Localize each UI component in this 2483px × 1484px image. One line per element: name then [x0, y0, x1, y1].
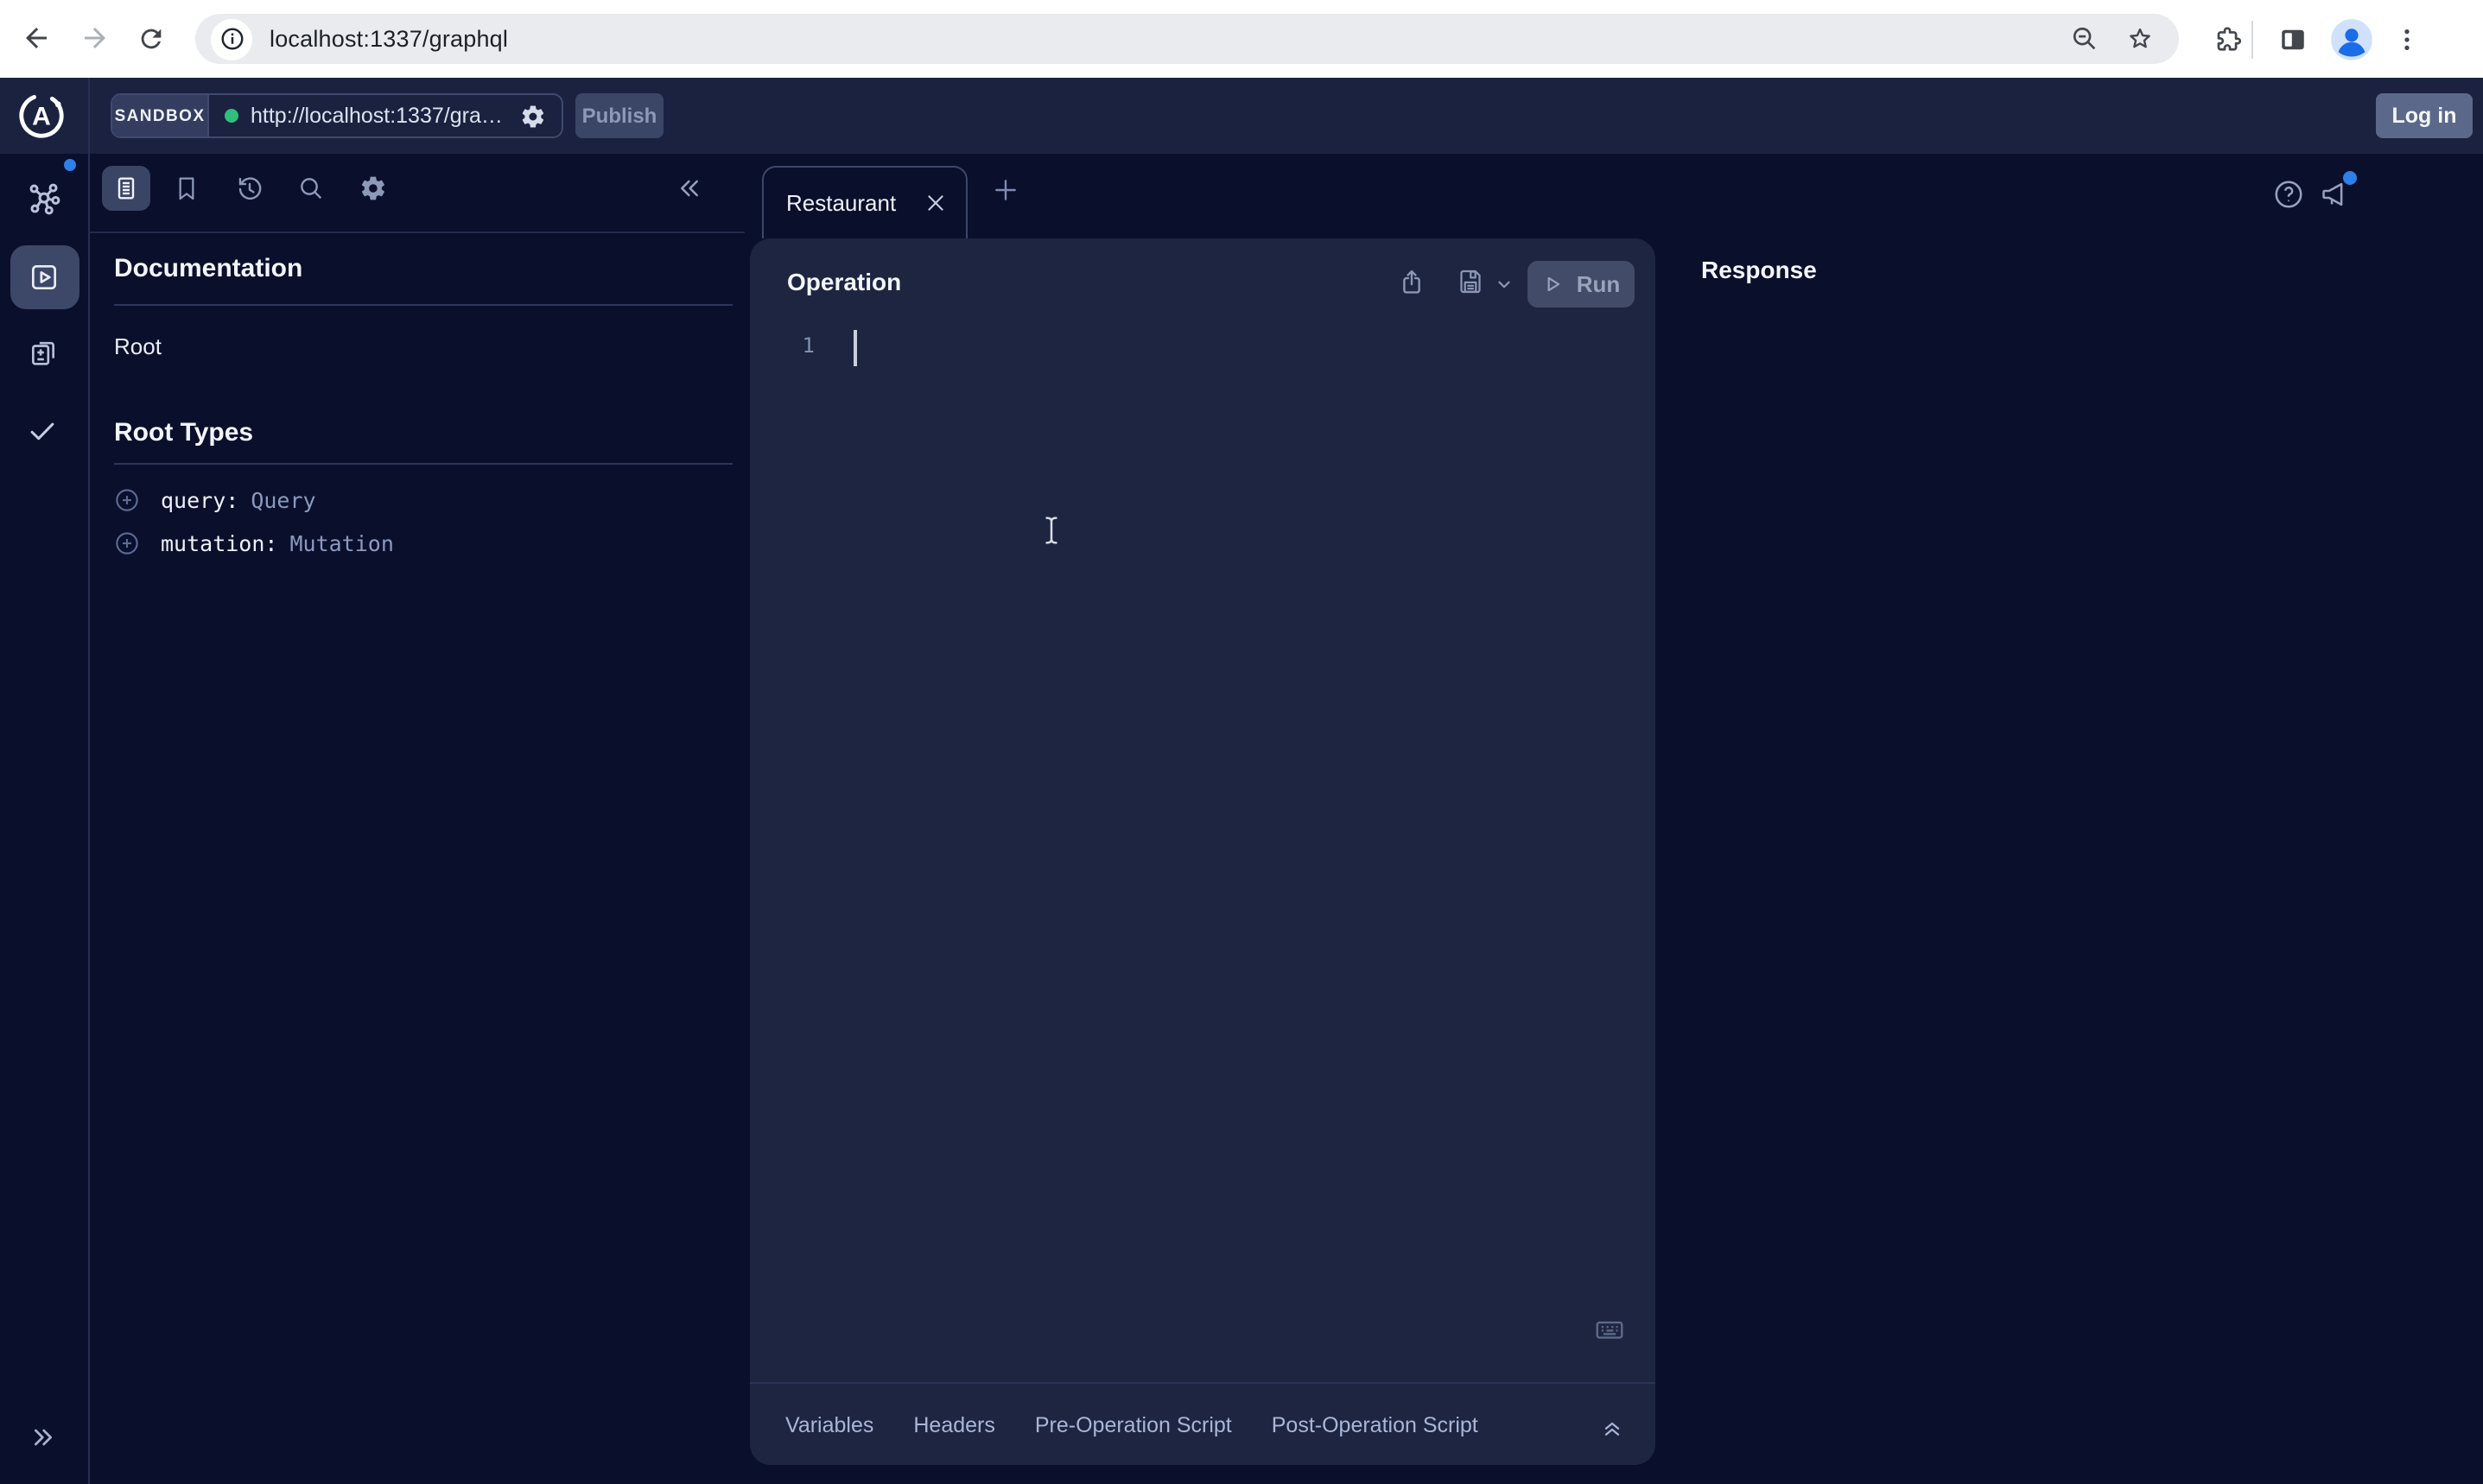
app-header: A SANDBOX http://localhost:1337/gra… Pub… [0, 78, 2483, 154]
save-dropdown-chevron-icon[interactable] [1494, 274, 1513, 293]
rail-divider [88, 78, 90, 1484]
announcements-notification-dot [2343, 171, 2357, 185]
docs-toolbar-divider [88, 231, 745, 233]
saved-operations-bookmark-icon[interactable] [173, 174, 200, 202]
tab-pre-operation-script[interactable]: Pre-Operation Script [1035, 1412, 1232, 1436]
response-area [1655, 294, 2483, 1484]
tab-variables[interactable]: Variables [785, 1412, 873, 1436]
svg-text:A: A [32, 102, 51, 130]
expand-footer-icon[interactable] [1600, 1415, 1624, 1439]
docs-panel-title: Documentation [114, 254, 302, 283]
address-bar-url[interactable]: localhost:1337/graphql [270, 14, 508, 64]
checks-icon[interactable] [25, 415, 58, 447]
environment-badge: SANDBOX [112, 95, 209, 136]
docs-root-item[interactable]: Root [114, 333, 162, 359]
schema-notification-dot [64, 159, 76, 171]
back-icon[interactable] [21, 22, 52, 54]
save-icon[interactable] [1454, 266, 1485, 297]
docs-settings-gear-icon[interactable] [359, 174, 387, 202]
apollo-sandbox-page: localhost:1337/graphql A [0, 0, 2483, 1484]
new-tab-icon[interactable] [992, 176, 1019, 204]
add-mutation-icon[interactable] [114, 530, 140, 556]
root-type-field[interactable]: mutation: [161, 530, 277, 556]
share-icon[interactable] [1397, 267, 1426, 296]
operation-title: Operation [787, 267, 901, 295]
root-type-row-query[interactable]: query: Query [114, 487, 316, 513]
connection-status-dot [225, 109, 238, 123]
address-bar[interactable]: localhost:1337/graphql [195, 14, 2179, 64]
run-play-icon [1542, 272, 1565, 295]
operation-panel: Operation Run 1 Variables Headers [749, 238, 1655, 1465]
side-panel-icon[interactable] [2277, 23, 2308, 54]
toolbar-separator [2251, 20, 2253, 58]
forward-icon[interactable] [79, 22, 111, 54]
login-button[interactable]: Log in [2376, 93, 2473, 138]
root-type-row-mutation[interactable]: mutation: Mutation [114, 530, 394, 556]
mouse-text-cursor [1039, 514, 1062, 545]
endpoint-settings-gear-icon[interactable] [520, 103, 546, 129]
endpoint-input[interactable]: http://localhost:1337/gra… [209, 95, 562, 136]
close-tab-icon[interactable] [924, 192, 947, 214]
root-type-type[interactable]: Query [251, 487, 315, 513]
root-type-type[interactable]: Mutation [289, 530, 393, 556]
publish-button[interactable]: Publish [575, 93, 664, 138]
root-types-divider [114, 463, 733, 465]
changelog-diff-icon[interactable] [26, 335, 60, 370]
site-info-button[interactable] [211, 18, 252, 60]
operation-footer: Variables Headers Pre-Operation Script P… [749, 1382, 1655, 1465]
browser-toolbar: localhost:1337/graphql [0, 0, 2483, 78]
tab-restaurant[interactable]: Restaurant [762, 166, 968, 238]
zoom-out-icon[interactable] [2070, 24, 2099, 54]
tab-label: Restaurant [786, 190, 896, 216]
browser-menu-kebab-icon[interactable] [2393, 25, 2421, 53]
root-types-title: Root Types [114, 418, 253, 447]
reload-icon[interactable] [137, 24, 166, 54]
explorer-play-icon[interactable] [28, 261, 60, 294]
add-query-icon[interactable] [114, 487, 140, 513]
operation-editor[interactable] [784, 320, 1631, 1288]
help-icon[interactable] [2272, 177, 2305, 210]
endpoint-url[interactable]: http://localhost:1337/gra… [251, 104, 510, 128]
run-button[interactable]: Run [1527, 260, 1635, 307]
response-title: Response [1701, 256, 1817, 283]
tab-headers[interactable]: Headers [913, 1412, 995, 1436]
run-label: Run [1577, 270, 1621, 296]
endpoint-group: SANDBOX http://localhost:1337/gra… [111, 93, 563, 138]
apollo-logo[interactable]: A [17, 92, 66, 140]
profile-avatar[interactable] [2329, 16, 2374, 61]
collapse-docs-panel-icon[interactable] [676, 174, 703, 202]
keyboard-shortcuts-icon[interactable] [1592, 1312, 1625, 1345]
docs-search-icon[interactable] [297, 174, 325, 202]
tab-post-operation-script[interactable]: Post-Operation Script [1272, 1412, 1478, 1436]
history-clock-icon[interactable] [234, 174, 264, 203]
bookmark-star-icon[interactable] [2125, 24, 2155, 54]
documentation-icon[interactable] [111, 174, 139, 202]
extensions-icon[interactable] [2213, 23, 2245, 54]
docs-title-divider [114, 304, 733, 306]
schema-graph-icon[interactable] [23, 179, 63, 219]
expand-rail-icon[interactable] [29, 1424, 57, 1451]
root-type-field[interactable]: query: [161, 487, 238, 513]
